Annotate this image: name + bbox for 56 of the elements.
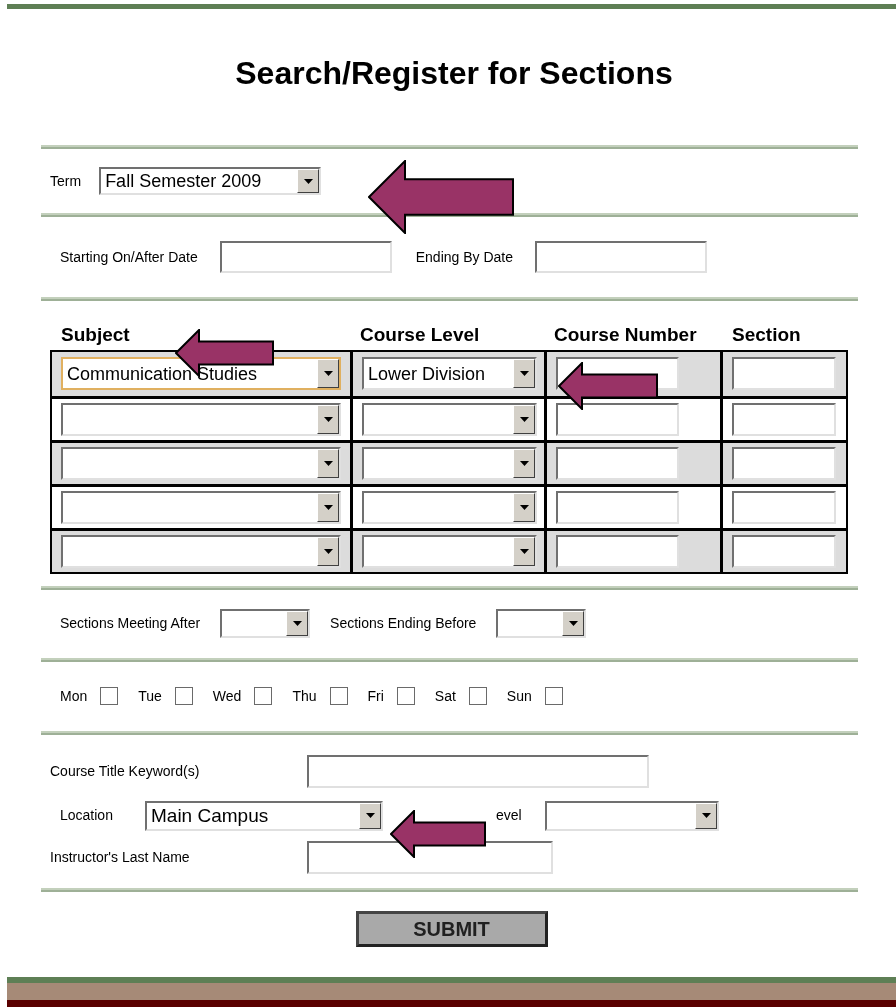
section-field[interactable] (732, 534, 836, 568)
time-label: Sections Ending Before (330, 614, 477, 633)
instructor-field[interactable] (307, 841, 553, 874)
keyword-field[interactable] (307, 755, 649, 788)
course-level-dropdown[interactable] (362, 446, 537, 480)
day-label: Tue (138, 686, 162, 706)
column-heading: Course Level (359, 323, 481, 347)
page-title: Search/Register for Sections (234, 54, 674, 93)
subject-dropdown[interactable] (61, 446, 341, 480)
course-level-dropdown[interactable] (362, 534, 537, 568)
level-dropdown[interactable] (545, 800, 719, 831)
submit-button[interactable]: SUBMIT (355, 910, 548, 947)
day-label: Wed (212, 686, 242, 706)
section-field[interactable] (732, 490, 836, 524)
column-heading: Subject (60, 323, 131, 347)
time-dropdown[interactable] (496, 609, 587, 638)
column-heading: Section (731, 323, 802, 347)
section-field[interactable] (732, 446, 836, 480)
day-label: Fri (367, 686, 384, 706)
location-label: Location (60, 806, 114, 825)
course-level-dropdown[interactable] (362, 490, 537, 524)
course-level-dropdown[interactable] (362, 402, 537, 436)
column-heading: Course Number (553, 323, 698, 347)
day-checkbox[interactable] (396, 687, 415, 705)
time-label: Sections Meeting After (60, 614, 201, 633)
instructor-label: Instructor's Last Name (50, 848, 191, 867)
date-field[interactable] (535, 241, 708, 273)
day-checkbox[interactable] (100, 687, 119, 705)
time-dropdown[interactable] (220, 609, 311, 638)
date-label: Starting On/After Date (60, 247, 198, 267)
course-number-field[interactable] (556, 402, 679, 436)
day-checkbox[interactable] (329, 687, 348, 705)
day-label: Thu (292, 686, 317, 706)
day-checkbox[interactable] (544, 687, 563, 705)
subject-dropdown[interactable] (61, 402, 341, 436)
subject-dropdown[interactable] (61, 490, 341, 524)
location-dropdown[interactable]: Main Campus (145, 800, 383, 831)
course-level-dropdown[interactable]: Lower Division (362, 357, 537, 390)
course-number-field[interactable] (556, 490, 679, 524)
level-label: evel (496, 806, 523, 825)
day-checkbox[interactable] (174, 687, 193, 705)
day-label: Sun (506, 686, 532, 706)
course-number-field[interactable] (556, 446, 679, 480)
section-field[interactable] (732, 402, 836, 436)
term-dropdown[interactable]: Fall Semester 2009 (99, 167, 322, 195)
term-label: Term (50, 171, 82, 191)
day-checkbox[interactable] (254, 687, 273, 705)
keyword-label: Course Title Keyword(s) (50, 762, 201, 781)
day-label: Mon (60, 686, 88, 706)
date-label: Ending By Date (415, 247, 514, 267)
day-checkbox[interactable] (468, 687, 487, 705)
day-label: Sat (434, 686, 456, 706)
subject-dropdown[interactable] (61, 534, 341, 568)
date-field[interactable] (219, 241, 392, 273)
section-field[interactable] (732, 357, 836, 390)
course-number-field[interactable] (556, 534, 679, 568)
